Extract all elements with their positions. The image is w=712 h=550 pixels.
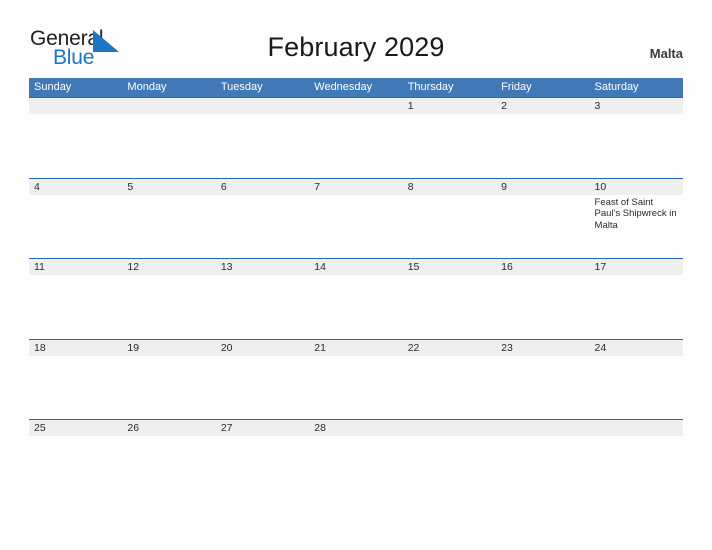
day-number: 18 <box>34 341 46 354</box>
page-title: February 2029 <box>267 32 445 62</box>
day-number: 3 <box>594 100 601 112</box>
day-cell[interactable] <box>496 420 589 500</box>
day-cell[interactable] <box>590 420 683 500</box>
day-number: 17 <box>594 261 607 273</box>
day-number: 27 <box>220 422 233 434</box>
weekday-header-row: Sunday Monday Tuesday Wednesday Thursday… <box>29 78 683 97</box>
day-number: 13 <box>220 261 233 273</box>
day-cell[interactable]: 11 <box>29 259 122 339</box>
day-cell[interactable] <box>216 98 309 178</box>
day-number: 4 <box>34 180 40 193</box>
page-header: General Blue February 2029 Malta <box>0 0 712 78</box>
day-number: 25 <box>34 422 46 434</box>
day-number: 8 <box>407 180 414 193</box>
day-number: 9 <box>501 180 507 193</box>
day-cell[interactable]: 15 <box>403 259 496 339</box>
day-cell[interactable]: 19 <box>122 340 215 420</box>
day-cell[interactable]: 16 <box>496 259 589 339</box>
day-cell[interactable]: 7 <box>309 179 402 259</box>
day-cell[interactable]: 22 <box>403 340 496 420</box>
day-cell[interactable] <box>309 98 402 178</box>
day-number: 5 <box>127 180 134 193</box>
day-number: 10 <box>594 180 607 193</box>
day-cell[interactable]: 1 <box>403 98 496 178</box>
weekday-header-monday: Monday <box>127 81 167 93</box>
day-cell[interactable]: 24 <box>590 340 683 420</box>
day-number: 20 <box>220 341 233 354</box>
calendar-table: Sunday Monday Tuesday Wednesday Thursday… <box>29 78 683 500</box>
week-row: 11 12 13 14 15 16 17 <box>29 258 683 339</box>
day-event-label: Feast of Saint Paul's Shipwreck in Malta <box>594 196 677 231</box>
day-cell[interactable]: 12 <box>122 259 215 339</box>
day-number: 11 <box>34 261 45 273</box>
day-cell[interactable]: 8 <box>403 179 496 259</box>
day-cell[interactable]: 25 <box>29 420 122 500</box>
calendar-page: General Blue February 2029 Malta Sunday … <box>0 0 712 550</box>
day-cell[interactable] <box>29 98 122 178</box>
weekday-header-tuesday: Tuesday <box>220 81 263 93</box>
day-number: 26 <box>127 422 140 434</box>
day-cell[interactable]: 26 <box>122 420 215 500</box>
day-cell[interactable]: 17 <box>590 259 683 339</box>
day-number: 16 <box>501 261 513 273</box>
day-cell[interactable] <box>403 420 496 500</box>
day-cell[interactable] <box>122 98 215 178</box>
day-number: 14 <box>314 261 326 273</box>
weekday-header-sunday: Sunday <box>34 81 72 93</box>
week-row: 18 19 20 21 22 23 24 <box>29 338 683 420</box>
day-cell[interactable]: 2 <box>496 98 589 178</box>
day-number: 28 <box>314 422 326 434</box>
weekday-header-thursday: Thursday <box>407 81 454 93</box>
day-number: 22 <box>407 341 420 354</box>
day-number: 1 <box>407 100 414 112</box>
day-cell[interactable]: 5 <box>122 179 215 259</box>
day-cell[interactable]: 20 <box>216 340 309 420</box>
day-number: 24 <box>594 341 607 354</box>
day-number: 6 <box>220 180 227 193</box>
week-row: 4 5 6 7 8 9 10 Feast of Saint Paul's Shi… <box>29 177 683 259</box>
day-number: 12 <box>127 261 140 273</box>
day-cell[interactable]: 10 Feast of Saint Paul's Shipwreck in Ma… <box>590 179 683 259</box>
day-cell[interactable]: 21 <box>309 340 402 420</box>
weekday-header-wednesday: Wednesday <box>314 81 373 93</box>
day-number: 23 <box>501 341 513 354</box>
week-row: 25 26 27 28 <box>29 419 683 500</box>
day-cell[interactable]: 18 <box>29 340 122 420</box>
day-number: 19 <box>127 341 140 354</box>
weekday-header-saturday: Saturday <box>594 81 639 93</box>
day-number: 21 <box>314 341 326 354</box>
day-cell[interactable]: 3 <box>590 98 683 178</box>
week-row: 1 2 3 <box>29 97 683 178</box>
weekday-header-friday: Friday <box>501 81 532 93</box>
day-number: 15 <box>407 261 420 273</box>
day-cell[interactable]: 4 <box>29 179 122 259</box>
day-cell[interactable]: 23 <box>496 340 589 420</box>
day-cell[interactable]: 9 <box>496 179 589 259</box>
region-label: Malta <box>649 46 683 61</box>
day-number: 7 <box>314 180 321 193</box>
day-cell[interactable]: 6 <box>216 179 309 259</box>
day-cell[interactable]: 13 <box>216 259 309 339</box>
day-number: 2 <box>501 100 507 112</box>
day-cell[interactable]: 27 <box>216 420 309 500</box>
day-cell[interactable]: 28 <box>309 420 402 500</box>
day-cell[interactable]: 14 <box>309 259 402 339</box>
